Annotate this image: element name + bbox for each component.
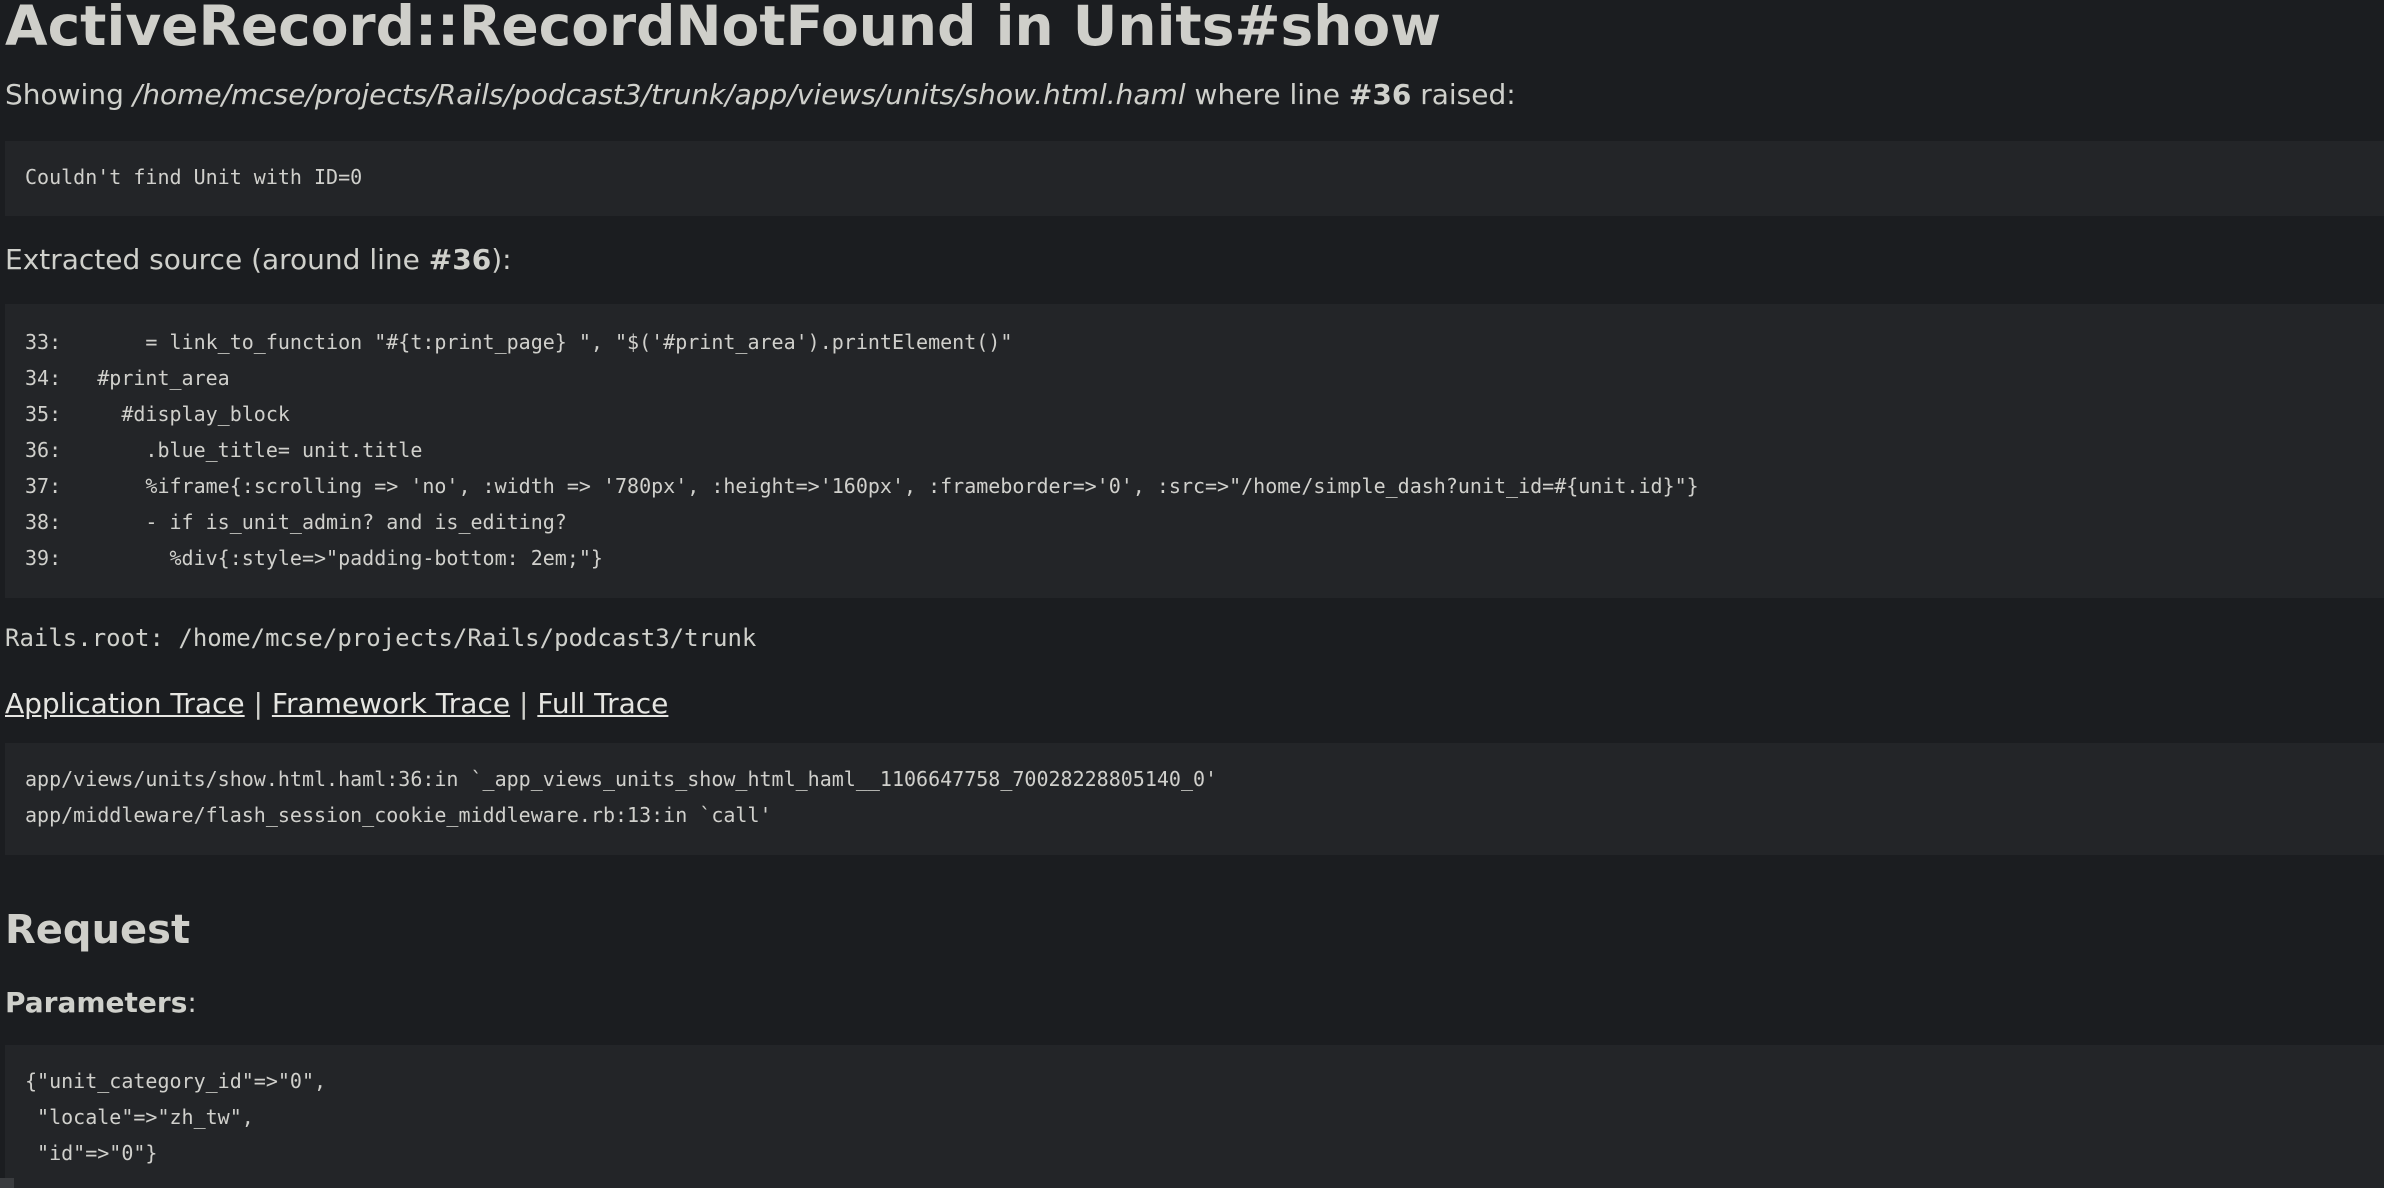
- error-message: Couldn't find Unit with ID=0: [25, 165, 363, 189]
- error-message-box: Couldn't find Unit with ID=0: [5, 141, 2384, 216]
- trace-separator: |: [253, 687, 263, 720]
- framework-trace-link[interactable]: Framework Trace: [272, 687, 510, 720]
- trace-box: app/views/units/show.html.haml:36:in `_a…: [5, 743, 2384, 855]
- parameters-label: Parameters:: [5, 986, 197, 1019]
- raised-text: raised:: [1420, 78, 1516, 111]
- parameters-colon: :: [187, 986, 197, 1019]
- extracted-source-suffix: ):: [491, 243, 512, 276]
- extracted-source-prefix: Extracted source (around line: [5, 243, 420, 276]
- parameter-line: "id"=>"0"}: [25, 1141, 158, 1165]
- extracted-source-line: #36: [428, 243, 492, 276]
- parameters-label-text: Parameters: [5, 986, 188, 1019]
- extracted-source-label: Extracted source (around line #36):: [5, 243, 512, 276]
- parameter-line: "locale"=>"zh_tw",: [25, 1105, 254, 1129]
- trace-separator: |: [518, 687, 529, 720]
- scroll-corner-marker: [0, 1178, 14, 1188]
- source-line: 37: %iframe{:scrolling => 'no', :width =…: [25, 474, 1699, 498]
- error-title: ActiveRecord::RecordNotFound in Units#sh…: [5, 0, 1442, 58]
- template-path: /home/mcse/projects/Rails/podcast3/trunk…: [132, 78, 1186, 111]
- parameters-box: {"unit_category_id"=>"0", "locale"=>"zh_…: [5, 1045, 2384, 1188]
- template-info: Showing /home/mcse/projects/Rails/podcas…: [5, 78, 1516, 111]
- source-line: 34: #print_area: [25, 366, 230, 390]
- error-line-number: #36: [1348, 78, 1412, 111]
- trace-line: app/views/units/show.html.haml:36:in `_a…: [25, 767, 1218, 791]
- source-line: 38: - if is_unit_admin? and is_editing?: [25, 510, 567, 534]
- trace-line: app/middleware/flash_session_cookie_midd…: [25, 803, 772, 827]
- source-line: 35: #display_block: [25, 402, 290, 426]
- showing-prefix: Showing: [5, 78, 124, 111]
- trace-toggle-links: Application Trace | Framework Trace | Fu…: [5, 687, 668, 720]
- source-line: 36: .blue_title= unit.title: [25, 438, 423, 462]
- full-trace-link[interactable]: Full Trace: [537, 687, 668, 720]
- rails-root: Rails.root: /home/mcse/projects/Rails/po…: [5, 624, 757, 652]
- source-line: 39: %div{:style=>"padding-bottom: 2em;"}: [25, 546, 603, 570]
- application-trace-link[interactable]: Application Trace: [5, 687, 245, 720]
- parameter-line: {"unit_category_id"=>"0",: [25, 1069, 327, 1093]
- request-heading: Request: [5, 907, 191, 953]
- where-line-text: where line: [1194, 78, 1340, 111]
- source-line: 33: = link_to_function "#{t:print_page} …: [25, 330, 1013, 354]
- error-page: ActiveRecord::RecordNotFound in Units#sh…: [0, 0, 2384, 1188]
- source-code-box: 33: = link_to_function "#{t:print_page} …: [5, 304, 2384, 598]
